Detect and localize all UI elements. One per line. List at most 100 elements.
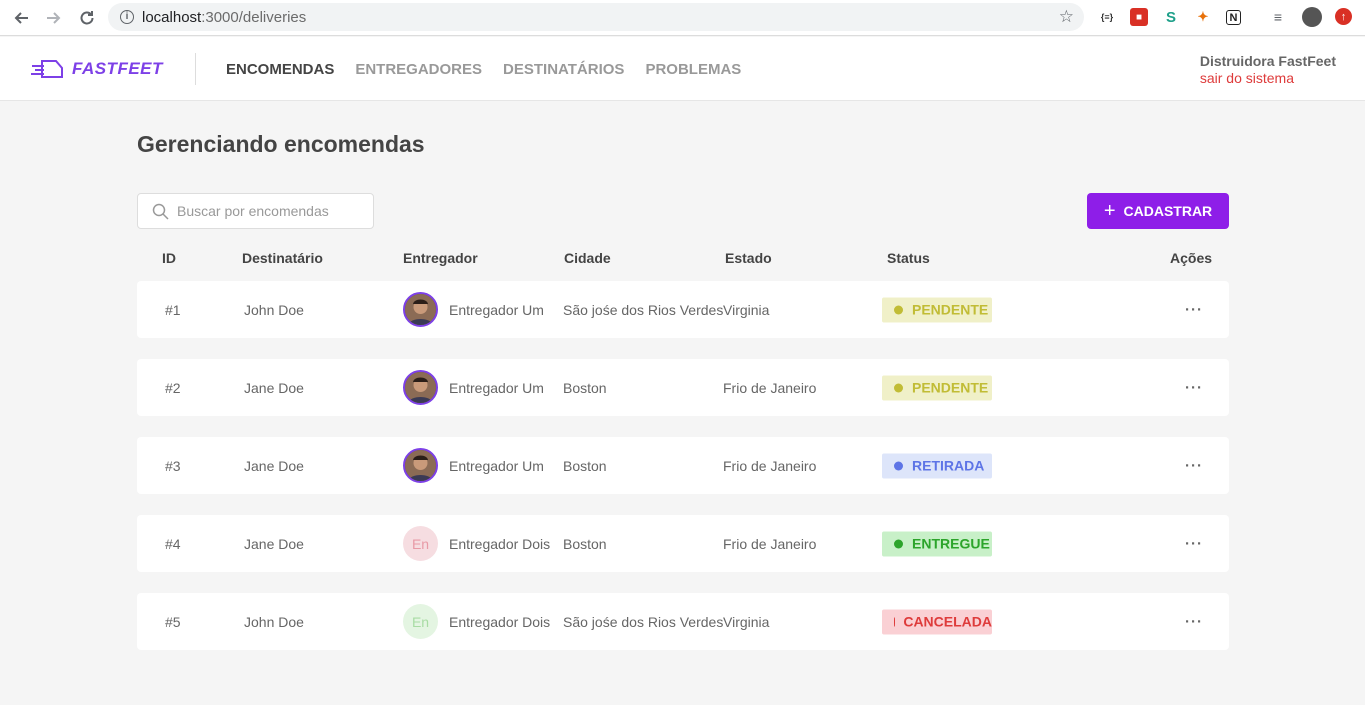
table-row[interactable]: #2 Jane Doe Entregador Um Boston Frio de Jan… — [137, 359, 1229, 416]
user-box: Distruidora FastFeet sair do sistema — [1200, 53, 1336, 86]
cell-recipient: John Doe — [244, 613, 304, 630]
nav-item-destinatarios[interactable]: DESTINATÁRIOS — [503, 61, 624, 78]
status-badge: RETIRADA — [882, 453, 992, 478]
avatar: En — [403, 604, 438, 639]
back-arrow-icon[interactable] — [10, 7, 32, 29]
cell-state: Frio de Janeiro — [723, 379, 817, 396]
row-actions-button[interactable]: ··· — [1185, 613, 1203, 630]
update-icon[interactable]: ↑ — [1335, 8, 1352, 25]
json-extension-icon[interactable]: {≡} — [1098, 8, 1116, 26]
avatar — [403, 370, 438, 405]
cell-deliveryman: Entregador Dois — [449, 613, 551, 630]
cell-city: Boston — [563, 535, 607, 552]
cell-deliveryman: Entregador Um — [449, 457, 544, 474]
search-icon — [152, 203, 169, 220]
add-delivery-button[interactable]: + CADASTRAR — [1087, 193, 1229, 229]
status-dot-icon — [894, 461, 903, 470]
cell-city: Boston — [563, 379, 607, 396]
logo[interactable]: FASTFEET — [30, 57, 163, 81]
status-label: CANCELADA — [903, 613, 992, 630]
status-dot-icon — [894, 383, 903, 392]
notion-icon[interactable]: N — [1226, 10, 1241, 25]
extension-people-icon[interactable]: ✦ — [1194, 8, 1212, 26]
page-title: Gerenciando encomendas — [137, 131, 425, 157]
cell-id: #4 — [165, 535, 181, 552]
search-box[interactable] — [137, 193, 374, 229]
bookmark-star-icon[interactable]: ☆ — [1059, 7, 1074, 27]
status-label: ENTREGUE — [912, 535, 990, 552]
cell-state: Frio de Janeiro — [723, 457, 817, 474]
cell-state: Virginia — [723, 613, 770, 630]
cell-id: #3 — [165, 457, 181, 474]
cell-city: Boston — [563, 457, 607, 474]
status-badge: PENDENTE — [882, 297, 992, 322]
info-icon[interactable]: i — [120, 10, 134, 24]
extension-red-icon[interactable]: ■ — [1130, 8, 1148, 26]
truck-logo-icon — [31, 60, 63, 78]
column-header-actions: Ações — [1170, 250, 1213, 266]
column-header-deliveryman: Entregador — [403, 250, 478, 266]
logout-link[interactable]: sair do sistema — [1200, 70, 1336, 86]
table-row[interactable]: #4 Jane Doe En Entregador Dois Boston Frio de… — [137, 515, 1229, 572]
cell-id: #2 — [165, 379, 181, 396]
nav-item-problemas[interactable]: PROBLEMAS — [645, 61, 741, 78]
main-nav: ENCOMENDAS ENTREGADORES DESTINATÁRIOS PR… — [226, 61, 762, 78]
cell-deliveryman: Entregador Dois — [449, 535, 551, 552]
row-actions-button[interactable]: ··· — [1185, 379, 1203, 396]
avatar-photo-icon — [405, 372, 436, 403]
extension-s-icon[interactable]: S — [1162, 8, 1180, 26]
media-queue-icon[interactable]: ≡ — [1269, 8, 1287, 26]
forward-arrow-icon[interactable] — [43, 7, 65, 29]
cell-deliveryman: Entregador Um — [449, 379, 544, 396]
cell-recipient: Jane Doe — [244, 535, 304, 552]
search-input[interactable] — [177, 203, 357, 219]
column-header-city: Cidade — [564, 250, 611, 266]
app-header: FASTFEET ENCOMENDAS ENTREGADORES DESTINA… — [0, 37, 1365, 101]
avatar: En — [403, 526, 438, 561]
row-actions-button[interactable]: ··· — [1185, 301, 1203, 318]
cell-id: #5 — [165, 613, 181, 630]
status-label: RETIRADA — [912, 457, 985, 474]
avatar — [403, 448, 438, 483]
table-header: ID Destinatário Entregador Cidade Estado… — [137, 250, 1229, 270]
status-label: PENDENTE — [912, 301, 989, 318]
cell-id: #1 — [165, 301, 181, 318]
profile-avatar-icon[interactable] — [1302, 7, 1322, 27]
header-divider — [195, 53, 196, 85]
column-header-recipient: Destinatário — [242, 250, 323, 266]
plus-icon: + — [1103, 200, 1116, 222]
status-badge: PENDENTE — [882, 375, 992, 400]
cell-city: São jośe dos Rios Verdes — [563, 301, 724, 318]
browser-toolbar: i localhost:3000/deliveries ☆ {≡} ■ S ✦ … — [0, 0, 1365, 36]
logo-text: FASTFEET — [72, 59, 163, 78]
cell-state: Frio de Janeiro — [723, 535, 817, 552]
status-badge: ENTREGUE — [882, 531, 992, 556]
status-label: PENDENTE — [912, 379, 989, 396]
reload-icon[interactable] — [76, 7, 98, 29]
url-text: localhost:3000/deliveries — [142, 8, 307, 26]
user-name: Distruidora FastFeet — [1199, 53, 1336, 69]
cell-recipient: John Doe — [244, 301, 304, 318]
status-dot-icon — [894, 305, 903, 314]
column-header-state: Estado — [725, 250, 772, 266]
address-bar[interactable]: i localhost:3000/deliveries ☆ — [108, 3, 1084, 31]
table-row[interactable]: #1 John Doe Entregador Um São jośe dos Rios… — [137, 281, 1229, 338]
avatar-photo-icon — [405, 450, 436, 481]
nav-item-encomendas[interactable]: ENCOMENDAS — [226, 61, 334, 78]
add-button-label: CADASTRAR — [1123, 203, 1213, 219]
cell-recipient: Jane Doe — [244, 457, 304, 474]
cell-state: Virginia — [723, 301, 770, 318]
table-row[interactable]: #3 Jane Doe Entregador Um Boston Frio de Jan… — [137, 437, 1229, 494]
column-header-status: Status — [887, 250, 930, 266]
avatar — [403, 292, 438, 327]
column-header-id: ID — [162, 250, 176, 266]
cell-deliveryman: Entregador Um — [449, 301, 544, 318]
status-badge: CANCELADA — [882, 609, 992, 634]
cell-recipient: Jane Doe — [244, 379, 304, 396]
status-dot-icon — [894, 539, 903, 548]
row-actions-button[interactable]: ··· — [1185, 457, 1203, 474]
nav-item-entregadores[interactable]: ENTREGADORES — [355, 61, 482, 78]
avatar-photo-icon — [405, 294, 436, 325]
table-row[interactable]: #5 John Doe En Entregador Dois São jośe dos … — [137, 593, 1229, 650]
row-actions-button[interactable]: ··· — [1185, 535, 1203, 552]
